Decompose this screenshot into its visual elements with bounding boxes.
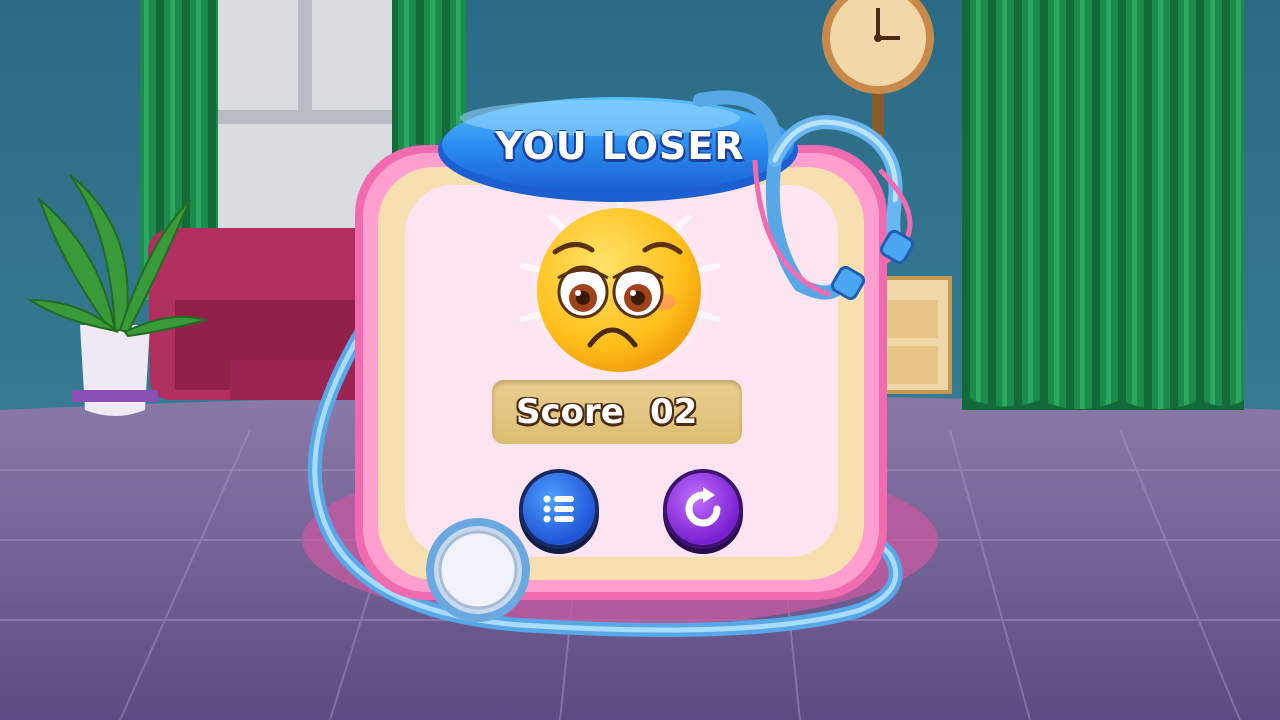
menu-button[interactable] [523, 473, 595, 545]
restart-icon [685, 487, 721, 527]
sad-emoji-icon [537, 208, 701, 372]
list-menu-icon [543, 495, 574, 523]
score-value: 02 [650, 392, 698, 432]
game-scene: YOU LOSER Score 02 [0, 0, 1280, 720]
score-label: Score [516, 392, 624, 432]
result-title: YOU LOSER [495, 124, 745, 168]
restart-button[interactable] [667, 473, 739, 545]
